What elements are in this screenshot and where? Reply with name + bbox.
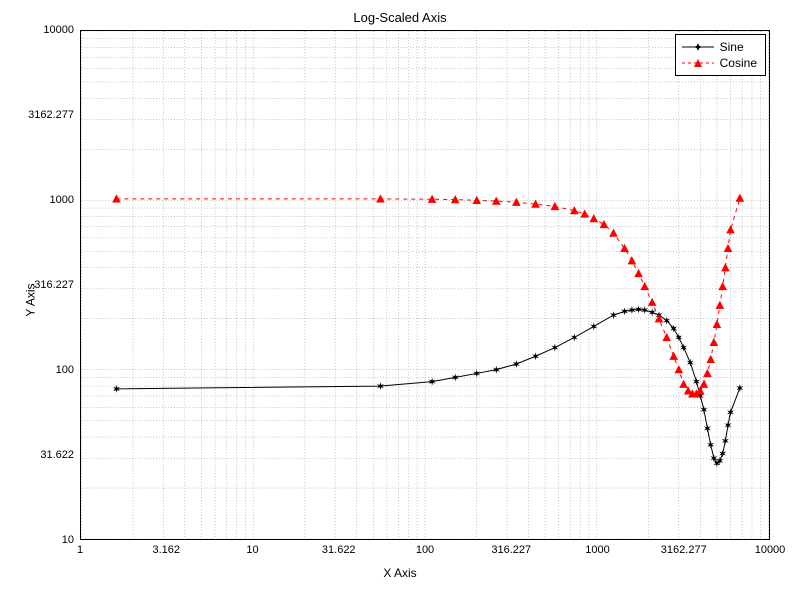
legend-swatch-cosine	[682, 57, 714, 69]
y-tick-label: 10	[10, 534, 74, 546]
x-tick-label: 3162.277	[661, 544, 707, 556]
data-marker	[700, 406, 707, 414]
y-tick-label: 100	[10, 364, 74, 376]
data-marker	[670, 353, 677, 360]
data-marker	[710, 454, 717, 462]
series-line-cosine	[116, 198, 739, 394]
x-tick-label: 316.227	[491, 544, 531, 556]
legend-entry-sine: Sine	[682, 39, 757, 55]
data-marker	[532, 352, 539, 360]
data-marker	[663, 334, 670, 341]
y-tick-label: 31.622	[10, 449, 74, 461]
data-marker	[621, 245, 628, 252]
data-marker	[590, 322, 597, 330]
x-tick-label: 31.622	[322, 544, 356, 556]
x-tick-label: 1	[77, 544, 83, 556]
x-tick-label: 1000	[585, 544, 609, 556]
data-marker	[727, 408, 734, 416]
data-marker	[610, 230, 617, 237]
data-marker	[704, 370, 711, 377]
data-marker	[710, 339, 717, 346]
data-marker	[736, 195, 743, 202]
data-marker	[725, 421, 732, 429]
legend-label-cosine: Cosine	[720, 55, 757, 71]
data-marker	[635, 270, 642, 277]
legend-label-sine: Sine	[720, 39, 744, 55]
legend-swatch-sine	[682, 41, 714, 53]
data-marker	[727, 226, 734, 233]
data-marker	[707, 356, 714, 363]
data-marker	[649, 308, 656, 316]
data-marker	[473, 197, 480, 204]
data-marker	[675, 366, 682, 373]
data-marker	[641, 283, 648, 290]
x-tick-label: 100	[416, 544, 434, 556]
data-marker	[581, 211, 588, 218]
data-marker	[571, 333, 578, 341]
data-marker	[722, 264, 729, 271]
data-marker	[513, 360, 520, 368]
series-layer	[81, 31, 769, 539]
data-marker	[649, 299, 656, 306]
x-tick-label: 10	[246, 544, 258, 556]
data-marker	[716, 302, 723, 309]
data-marker	[719, 283, 726, 290]
x-tick-label: 10000	[755, 544, 786, 556]
plot-area	[80, 30, 770, 540]
data-marker	[687, 359, 694, 367]
data-marker	[610, 311, 617, 319]
data-marker	[551, 344, 558, 352]
data-marker	[590, 215, 597, 222]
data-marker	[707, 441, 714, 449]
data-marker	[628, 257, 635, 264]
data-marker	[680, 344, 687, 352]
data-marker	[725, 245, 732, 252]
data-marker	[736, 384, 743, 392]
x-axis-label: X Axis	[0, 566, 800, 580]
legend: Sine Cosine	[675, 34, 766, 76]
data-marker	[704, 424, 711, 432]
y-tick-label: 10000	[10, 24, 74, 36]
data-marker	[722, 437, 729, 445]
x-tick-label: 3.162	[152, 544, 180, 556]
data-marker	[713, 321, 720, 328]
data-marker	[600, 221, 607, 228]
y-tick-label: 3162.277	[10, 109, 74, 121]
data-marker	[693, 378, 700, 386]
data-marker	[675, 333, 682, 341]
data-marker	[719, 449, 726, 457]
data-marker	[680, 381, 687, 388]
y-tick-label: 316.227	[10, 279, 74, 291]
legend-entry-cosine: Cosine	[682, 55, 757, 71]
chart-title: Log-Scaled Axis	[0, 10, 800, 25]
series-line-sine	[116, 309, 739, 463]
y-tick-label: 1000	[10, 194, 74, 206]
data-marker	[700, 381, 707, 388]
figure: Log-Scaled Axis Y Axis 13.1621031.622100…	[0, 0, 800, 600]
data-marker	[551, 203, 558, 210]
